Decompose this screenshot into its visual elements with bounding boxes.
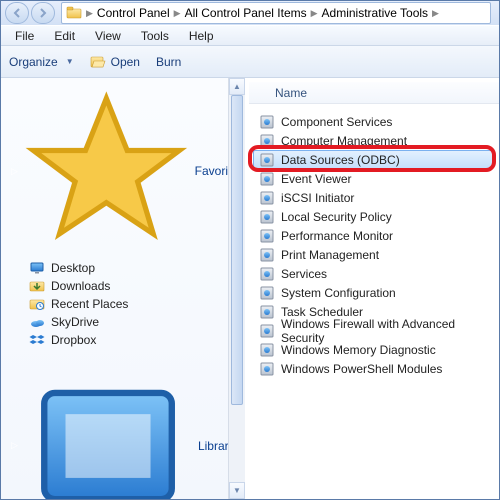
column-header-name[interactable]: Name bbox=[249, 82, 499, 104]
file-list-panel: Name Component Services Computer Manageme… bbox=[249, 78, 499, 499]
scroll-up-button[interactable]: ▲ bbox=[229, 78, 245, 95]
list-item[interactable]: Windows Firewall with Advanced Security bbox=[253, 321, 493, 340]
toolbar: Organize▼ Open Burn bbox=[1, 46, 499, 78]
list-item-label: System Configuration bbox=[281, 286, 396, 300]
sidebar-item-label: Dropbox bbox=[51, 333, 96, 347]
sidebar-scrollbar[interactable]: ▲ ▼ bbox=[228, 78, 245, 499]
list-item[interactable]: Windows PowerShell Modules bbox=[253, 359, 493, 378]
list-item-label: Services bbox=[281, 267, 327, 281]
list-item-label: Windows PowerShell Modules bbox=[281, 362, 442, 376]
scroll-thumb[interactable] bbox=[231, 95, 243, 405]
list-item[interactable]: iSCSI Initiator bbox=[253, 188, 493, 207]
open-icon bbox=[90, 54, 106, 70]
menu-file[interactable]: File bbox=[7, 27, 42, 45]
list-item-label: Data Sources (ODBC) bbox=[281, 153, 400, 167]
menubar: File Edit View Tools Help bbox=[1, 25, 499, 46]
list-item[interactable]: System Configuration bbox=[253, 283, 493, 302]
breadcrumb-item[interactable]: All Control Panel Items▶ bbox=[185, 6, 320, 20]
nav-back-button[interactable] bbox=[5, 2, 29, 24]
list-item[interactable]: Event Viewer bbox=[253, 169, 493, 188]
navigation-pane: ▷Favorites Desktop Downloads Recent Places S… bbox=[1, 78, 245, 499]
titlebar: ▶ Control Panel▶ All Control Panel Items… bbox=[1, 1, 499, 25]
menu-tools[interactable]: Tools bbox=[133, 27, 177, 45]
breadcrumb-item[interactable]: Administrative Tools▶ bbox=[322, 6, 441, 20]
sidebar-item-skydrive[interactable]: SkyDrive bbox=[9, 313, 244, 331]
list-item-label: Print Management bbox=[281, 248, 379, 262]
open-button[interactable]: Open bbox=[90, 54, 140, 70]
list-item-label: Performance Monitor bbox=[281, 229, 393, 243]
organize-button[interactable]: Organize▼ bbox=[9, 55, 74, 69]
list-item[interactable]: Local Security Policy bbox=[253, 207, 493, 226]
list-item[interactable]: Performance Monitor bbox=[253, 226, 493, 245]
list-item-label: Windows Firewall with Advanced Security bbox=[281, 317, 493, 345]
sidebar-item-downloads[interactable]: Downloads bbox=[9, 277, 244, 295]
scroll-down-button[interactable]: ▼ bbox=[229, 482, 245, 499]
list-item[interactable]: Print Management bbox=[253, 245, 493, 264]
sidebar-group-libraries[interactable]: ▷Libraries bbox=[11, 361, 244, 499]
list-item[interactable]: Data Sources (ODBC) bbox=[253, 150, 493, 169]
sidebar-group-favorites[interactable]: ▷Favorites bbox=[11, 88, 244, 255]
menu-view[interactable]: View bbox=[87, 27, 129, 45]
content-area: ▷Favorites Desktop Downloads Recent Places S… bbox=[1, 78, 499, 499]
list-item-label: Windows Memory Diagnostic bbox=[281, 343, 436, 357]
list-item-label: Event Viewer bbox=[281, 172, 351, 186]
sidebar-item-label: SkyDrive bbox=[51, 315, 99, 329]
list-item-label: Component Services bbox=[281, 115, 392, 129]
sidebar-item-desktop[interactable]: Desktop bbox=[9, 259, 244, 277]
menu-edit[interactable]: Edit bbox=[46, 27, 83, 45]
nav-forward-button[interactable] bbox=[31, 2, 55, 24]
sidebar-item-recent-places[interactable]: Recent Places bbox=[9, 295, 244, 313]
list-item[interactable]: Component Services bbox=[253, 112, 493, 131]
list-item-label: iSCSI Initiator bbox=[281, 191, 354, 205]
explorer-window: ▶ Control Panel▶ All Control Panel Items… bbox=[0, 0, 500, 500]
sidebar-item-label: Recent Places bbox=[51, 297, 128, 311]
breadcrumb-item[interactable]: Control Panel▶ bbox=[97, 6, 183, 20]
chevron-down-icon: ▼ bbox=[66, 57, 74, 66]
folder-icon bbox=[66, 5, 82, 21]
sidebar-item-label: Desktop bbox=[51, 261, 95, 275]
breadcrumb-separator: ▶ bbox=[86, 8, 93, 19]
list-item[interactable]: Computer Management bbox=[253, 131, 493, 150]
address-bar[interactable]: ▶ Control Panel▶ All Control Panel Items… bbox=[61, 2, 491, 24]
file-list: Component Services Computer Management Dat… bbox=[249, 104, 499, 378]
menu-help[interactable]: Help bbox=[181, 27, 222, 45]
burn-button[interactable]: Burn bbox=[156, 55, 181, 69]
list-item-label: Computer Management bbox=[281, 134, 407, 148]
list-item[interactable]: Services bbox=[253, 264, 493, 283]
sidebar-item-dropbox[interactable]: Dropbox bbox=[9, 331, 244, 349]
sidebar-item-label: Downloads bbox=[51, 279, 110, 293]
list-item-label: Local Security Policy bbox=[281, 210, 392, 224]
